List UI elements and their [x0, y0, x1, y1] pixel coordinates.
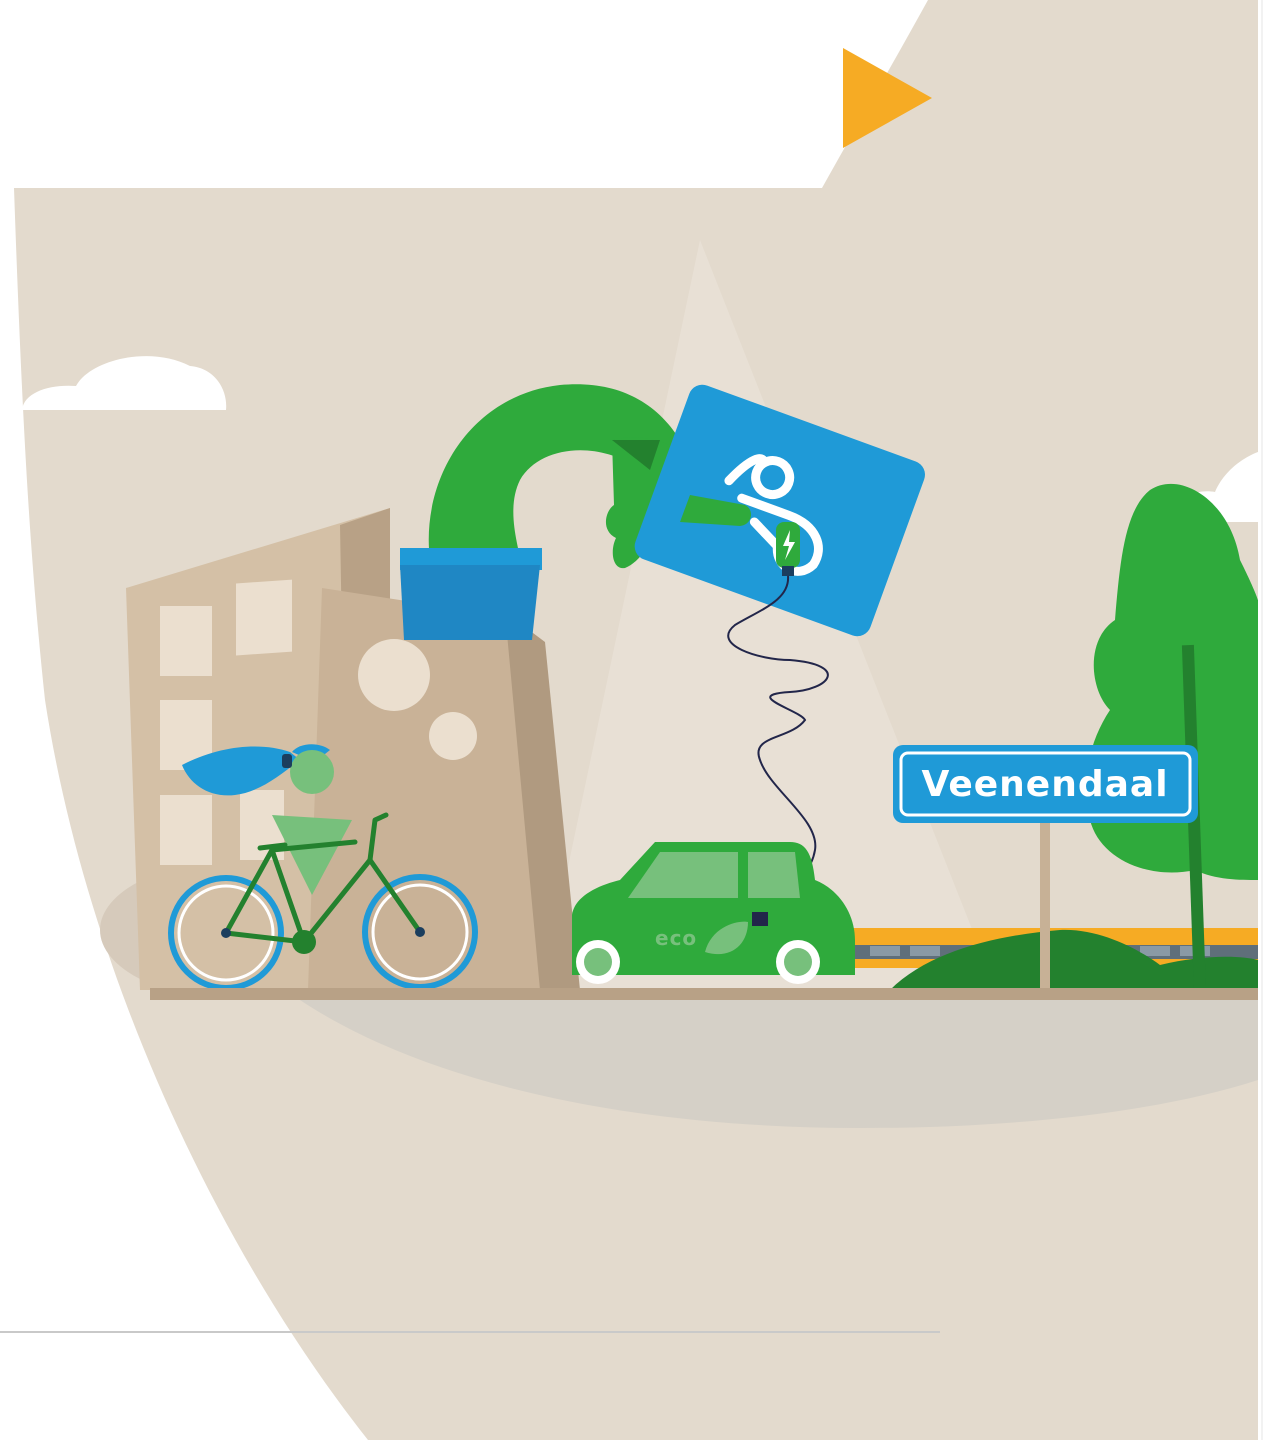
car-label: eco [655, 926, 697, 950]
sign-text: Veenendaal [921, 764, 1168, 805]
road [150, 988, 1258, 1000]
illustration: Veenendaal eco [0, 0, 1281, 1440]
right-edge [1258, 0, 1281, 1440]
